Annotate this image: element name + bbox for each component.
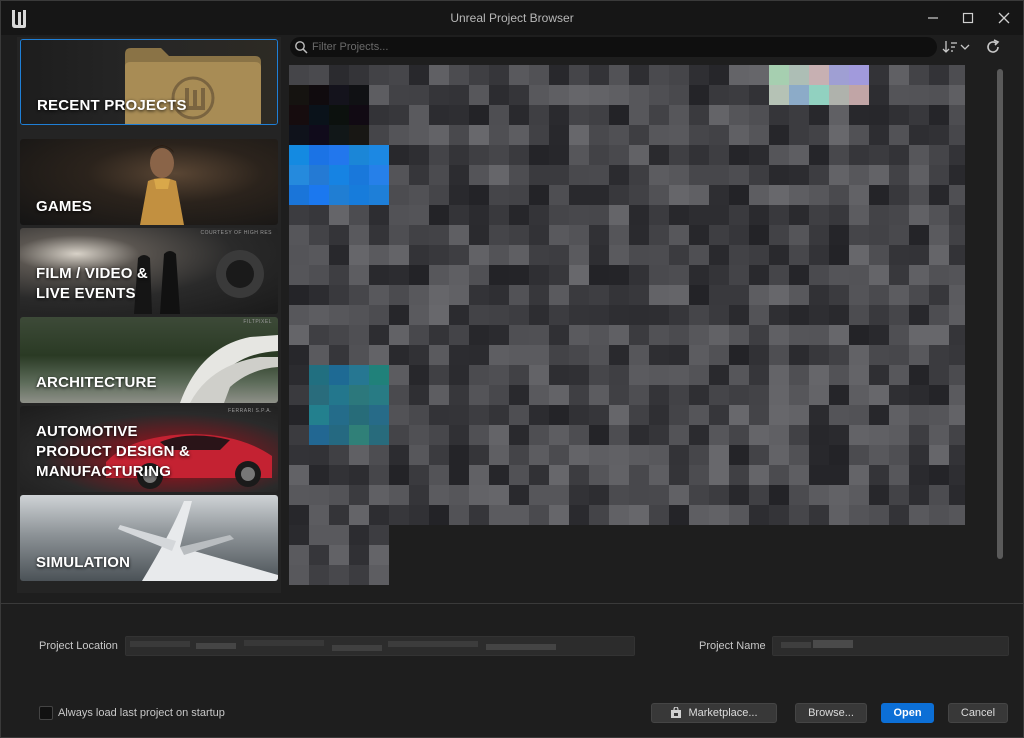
browse-button[interactable]: Browse... — [795, 703, 867, 723]
blurred-name-value — [773, 637, 1008, 655]
category-label: AUTOMOTIVE PRODUCT DESIGN & MANUFACTURING — [36, 423, 191, 480]
close-icon — [998, 12, 1010, 24]
games-thumbnail — [140, 145, 184, 225]
search-icon — [295, 41, 308, 54]
cancel-button[interactable]: Cancel — [948, 703, 1008, 723]
category-games[interactable]: GAMES — [20, 139, 278, 225]
category-label: GAMES — [36, 198, 93, 215]
marketplace-label: Marketplace... — [688, 707, 758, 719]
minimize-icon — [928, 17, 938, 19]
filter-projects-search — [290, 37, 937, 57]
project-grid-scrollbar[interactable] — [997, 69, 1003, 559]
always-load-label: Always load last project on startup — [58, 707, 225, 719]
category-simulation[interactable]: SIMULATION — [20, 495, 278, 581]
title-bar: Unreal Project Browser — [1, 1, 1023, 35]
project-location-label: Project Location — [39, 640, 118, 652]
blurred-project-thumbnails — [289, 65, 965, 585]
project-name-label: Project Name — [699, 640, 766, 652]
sort-icon[interactable] — [942, 39, 972, 55]
project-name-field[interactable] — [772, 636, 1009, 656]
category-label: ARCHITECTURE — [36, 374, 157, 391]
open-button[interactable]: Open — [881, 703, 934, 723]
marketplace-button[interactable]: Marketplace... — [651, 703, 777, 723]
category-film-video-live-events[interactable]: COURTESY OF HIGH RES FILM / VIDEO & LIVE … — [20, 228, 278, 314]
category-label: FILM / VIDEO & LIVE EVENTS — [36, 265, 148, 302]
always-load-checkbox[interactable] — [39, 706, 53, 720]
category-architecture[interactable]: FILTPIXEL ARCHITECTURE — [20, 317, 278, 403]
maximize-button[interactable] — [951, 7, 985, 29]
close-button[interactable] — [987, 7, 1021, 29]
blurred-location-value — [126, 637, 634, 655]
minimize-button[interactable] — [916, 7, 950, 29]
category-label: RECENT PROJECTS — [37, 97, 187, 114]
project-grid[interactable] — [289, 65, 989, 589]
refresh-icon[interactable] — [984, 38, 1002, 56]
category-recent-projects[interactable]: RECENT PROJECTS — [20, 39, 278, 125]
category-automotive[interactable]: FERRARI S.P.A. AUTOMOTIVE PRODUCT DESIGN … — [20, 406, 278, 492]
marketplace-icon — [671, 707, 682, 718]
image-credit: COURTESY OF HIGH RES — [200, 230, 272, 236]
window-title: Unreal Project Browser — [450, 11, 574, 25]
category-label: SIMULATION — [36, 554, 131, 571]
maximize-icon — [962, 12, 974, 24]
category-sidebar: RECENT PROJECTS GAMES COURTESY OF HIGH R… — [17, 37, 281, 593]
architecture-thumbnail — [180, 335, 278, 403]
search-input[interactable] — [312, 39, 912, 55]
footer-divider — [1, 603, 1024, 604]
project-location-field[interactable] — [125, 636, 635, 656]
project-browser-window: Unreal Project Browser RECENT PROJECTS G… — [0, 0, 1024, 738]
